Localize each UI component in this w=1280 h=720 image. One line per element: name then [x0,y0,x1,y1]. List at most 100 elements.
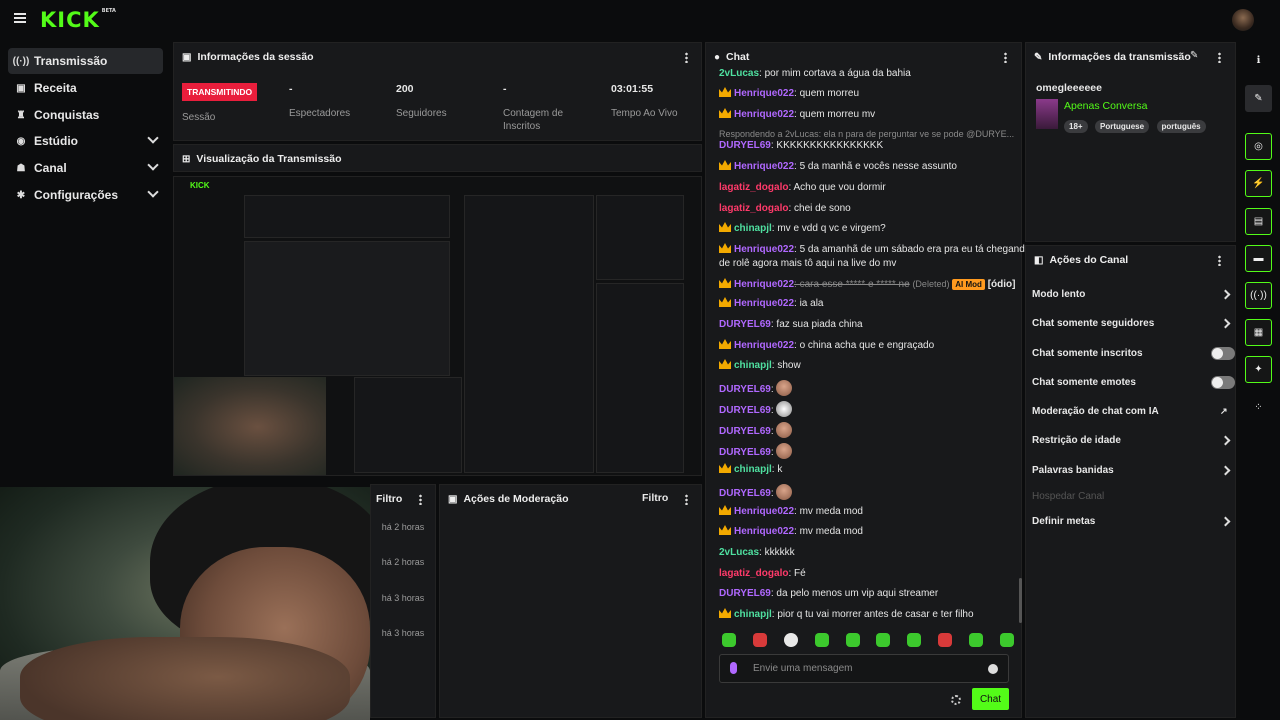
ai-moderation-row[interactable]: Moderação de chat com IA ↗ [1032,406,1232,424]
chat-bubble-icon[interactable]: ▬ [1245,245,1272,272]
slow-mode-row[interactable]: Modo lento [1032,289,1232,307]
kebab-menu-icon[interactable] [419,494,422,505]
session-info-panel: ▣ Informações da sessão TRANSMITINDO Sess… [173,42,702,141]
gear-icon: ✱ [16,189,26,201]
chat-settings-icon[interactable] [951,695,961,705]
apps-icon[interactable]: ⁘ [1245,394,1272,421]
chevron-right-icon [1220,289,1231,300]
camera-icon[interactable]: ◎ [1245,133,1272,160]
emote-icon[interactable] [907,633,922,647]
emote-icon[interactable] [783,633,798,647]
tag[interactable]: português [1156,120,1206,133]
chat-message-continuation: de rolê agora mais tô aqui na live do mv [719,258,897,269]
chevron-right-icon [1220,516,1231,527]
activity-time: há 2 horas [381,522,425,532]
kebab-menu-icon[interactable] [685,52,688,63]
edit-layout-icon[interactable]: ✎ [1245,85,1272,112]
wrench-icon[interactable]: ✦ [1245,356,1272,383]
document-icon[interactable]: ▤ [1245,208,1272,235]
crown-icon [719,505,731,515]
studio-icon: ◉ [16,135,26,147]
stream-preview[interactable]: KICK [173,176,702,476]
category-thumbnail[interactable] [1036,99,1058,129]
emote-icon[interactable] [938,633,953,647]
activity-panel: Filtro há 2 horas há 2 horas há 3 horas … [370,484,436,718]
filter-button[interactable]: Filtro [376,493,402,505]
info-icon: ▣ [182,51,192,63]
emote-icon[interactable] [999,633,1014,647]
host-channel-row: Hospedar Canal [1032,491,1105,502]
trophy-icon: ♜ [16,109,26,121]
kebab-menu-icon[interactable] [685,494,688,505]
chat-message: Henrique022: o china acha que e engraçad… [719,339,934,353]
crown-icon [719,108,731,118]
emote-icon[interactable] [969,633,983,647]
category-link[interactable]: Apenas Conversa [1064,100,1147,112]
set-goals-row[interactable]: Definir metas [1032,516,1232,534]
sidebar-item-conquistas[interactable]: ♜ Conquistas [8,102,163,128]
panel-header: ▣ Informações da sessão [174,43,701,71]
crown-icon [719,525,731,535]
actions-icon: ◧ [1034,254,1044,266]
layout-icon[interactable]: ▦ [1245,319,1272,346]
lightning-icon[interactable]: ⚡ [1245,170,1272,197]
kebab-menu-icon[interactable] [1218,255,1221,266]
user-avatar[interactable] [1232,9,1254,31]
emote-icon[interactable] [722,633,736,647]
emote-icon[interactable] [876,633,891,647]
preview-nested-mini [244,241,450,376]
crown-icon [719,222,731,232]
chat-message: lagatiz_dogalo: Fé [719,568,806,579]
toggle-switch[interactable] [1211,347,1235,360]
crown-icon [719,359,731,369]
chat-message: Henrique022: ia ala [719,297,824,311]
tag[interactable]: 18+ [1064,120,1088,133]
chat-message: DURYEL69: da pelo menos um vip aqui stre… [719,588,939,599]
preview-icon: ⊞ [182,153,191,165]
send-chat-button[interactable]: Chat [972,688,1009,710]
banned-words-row[interactable]: Palavras banidas [1032,465,1232,483]
chat-input[interactable]: Envie uma mensagem [719,654,1009,683]
tag[interactable]: Portuguese [1095,120,1150,133]
sidebar-item-configuracoes[interactable]: ✱ Configurações [8,182,163,208]
moderation-panel: ▣ Ações de Moderação Filtro [439,484,702,718]
kebab-menu-icon[interactable] [1004,52,1007,63]
kick-logo[interactable]: KICK BETA [40,8,116,32]
kebab-menu-icon[interactable] [1218,52,1221,63]
chat-message: DURYEL69: [719,401,793,418]
broadcast-icon[interactable]: ((·)) [1245,282,1272,309]
sidebar-item-canal[interactable]: ☗ Canal [8,155,163,181]
filter-button[interactable]: Filtro [642,492,668,504]
panel-title: Ações de Moderação [463,493,569,505]
ai-mod-badge: AI Mod [952,279,985,290]
chat-message: Henrique022: 5 da manhã e vocês nesse as… [719,160,957,174]
emote-icon[interactable] [814,633,829,647]
age-restriction-row[interactable]: Restrição de idade [1032,435,1232,453]
crown-icon [719,339,731,349]
sidebar-item-receita[interactable]: ▣ Receita [8,75,163,101]
chat-message: Henrique022: mv meda mod [719,505,863,519]
chat-scrollbar[interactable] [1019,578,1022,623]
emote-icon [776,443,793,459]
broadcast-icon: ((·)) [12,55,30,67]
chat-message: lagatiz_dogalo: Acho que vou dormir [719,182,886,193]
webcam-overlay [0,487,370,720]
microphone-icon[interactable] [730,662,737,674]
crown-icon [719,278,731,288]
emote-icon [776,422,793,438]
menu-icon[interactable] [14,13,26,23]
toggle-switch[interactable] [1211,376,1235,389]
emote-icon[interactable] [845,633,860,647]
followers-only-row[interactable]: Chat somente seguidores [1032,318,1232,336]
tag-list: 18+ Portuguese português [1064,116,1209,134]
emote-icon[interactable] [752,633,767,647]
followers-stat: 200 Seguidores [396,83,447,119]
sidebar-item-estudio[interactable]: ◉ Estúdio [8,128,163,154]
chevron-right-icon [1220,435,1231,446]
sidebar-item-transmissao[interactable]: ((·)) Transmissão [8,48,163,74]
emote-icon [776,380,793,396]
emoji-icon[interactable] [988,664,998,674]
edit-icon[interactable]: ✎ [1190,50,1198,61]
info-icon[interactable]: ℹ [1245,47,1272,74]
chevron-down-icon [147,186,159,198]
